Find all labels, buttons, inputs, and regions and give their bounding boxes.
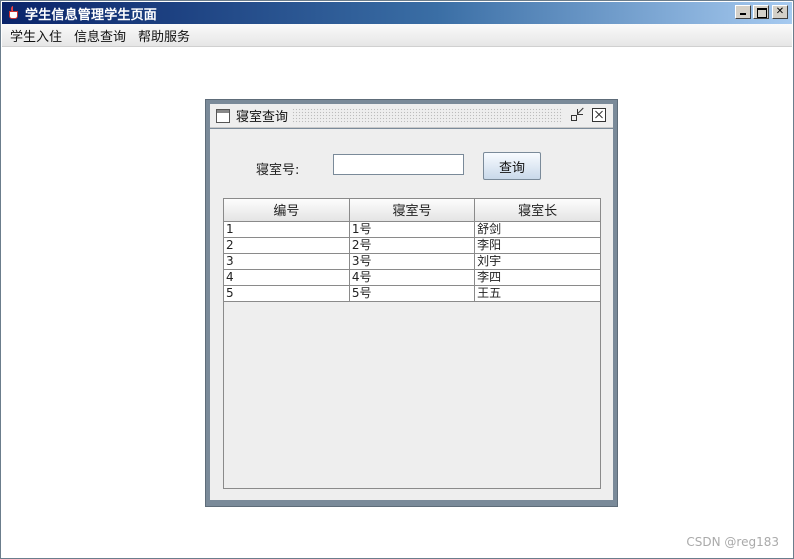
dorm-number-label: 寝室号:: [256, 163, 300, 178]
table-row[interactable]: 3 3号 刘宇: [224, 253, 600, 270]
dorm-query-title: 寝室查询: [236, 110, 289, 125]
header-id[interactable]: 编号: [224, 199, 350, 222]
close-button[interactable]: ✕: [772, 5, 788, 19]
query-button[interactable]: 查询: [483, 152, 541, 180]
cell-dorm-leader[interactable]: 舒剑: [474, 221, 600, 238]
header-dorm-leader[interactable]: 寝室长: [474, 199, 600, 222]
cell-dorm-leader[interactable]: 刘宇: [474, 253, 600, 270]
dorm-table: 编号 寝室号 寝室长 1 1号 舒剑 2 2号 李阳 3 3号 刘宇 4 4号 …: [223, 198, 601, 489]
cell-id[interactable]: 2: [224, 237, 350, 254]
cell-dorm-leader[interactable]: 李四: [474, 269, 600, 286]
cell-id[interactable]: 4: [224, 269, 350, 286]
dorm-number-input[interactable]: [333, 154, 464, 175]
table-header-row: 编号 寝室号 寝室长: [224, 199, 600, 222]
cell-dorm-leader[interactable]: 王五: [474, 285, 600, 302]
main-window: 学生信息管理学生页面 ✕ 学生入住 信息查询 帮助服务 寝室查询 寝室号: 查询: [0, 0, 794, 559]
cell-dorm-number[interactable]: 4号: [349, 269, 476, 286]
cell-id[interactable]: 1: [224, 221, 350, 238]
cell-id[interactable]: 5: [224, 285, 350, 302]
cell-dorm-number[interactable]: 5号: [349, 285, 476, 302]
window-titlebar[interactable]: 学生信息管理学生页面 ✕: [2, 2, 792, 24]
iconify-icon[interactable]: [569, 108, 585, 124]
titlebar-grip: [292, 107, 563, 124]
window-title: 学生信息管理学生页面: [25, 7, 158, 23]
table-row[interactable]: 1 1号 舒剑: [224, 221, 600, 238]
window-controls: ✕: [733, 5, 788, 19]
cell-dorm-number[interactable]: 1号: [349, 221, 476, 238]
menu-item-help[interactable]: 帮助服务: [132, 26, 196, 45]
java-cup-icon: [6, 5, 22, 21]
csdn-watermark: CSDN @reg183: [686, 535, 779, 549]
dorm-query-frame: 寝室查询 寝室号: 查询 编号 寝室号 寝室长 1 1号 舒剑 2 2号 李阳 …: [205, 99, 618, 507]
table-row[interactable]: 2 2号 李阳: [224, 237, 600, 254]
dorm-query-titlebar[interactable]: 寝室查询: [210, 104, 613, 128]
cell-dorm-number[interactable]: 3号: [349, 253, 476, 270]
minimize-button[interactable]: [735, 5, 751, 19]
close-frame-icon[interactable]: [592, 108, 606, 122]
cell-id[interactable]: 3: [224, 253, 350, 270]
table-row[interactable]: 5 5号 王五: [224, 285, 600, 302]
table-row[interactable]: 4 4号 李四: [224, 269, 600, 286]
frame-icon: [216, 108, 230, 123]
dorm-query-content: 寝室号: 查询 编号 寝室号 寝室长 1 1号 舒剑 2 2号 李阳 3 3号 …: [210, 129, 613, 500]
header-dorm-number[interactable]: 寝室号: [349, 199, 476, 222]
menu-item-student-checkin[interactable]: 学生入住: [2, 26, 68, 45]
menu-bar: 学生入住 信息查询 帮助服务: [2, 24, 792, 47]
cell-dorm-number[interactable]: 2号: [349, 237, 476, 254]
maximize-button[interactable]: [753, 5, 769, 19]
cell-dorm-leader[interactable]: 李阳: [474, 237, 600, 254]
menu-item-info-query[interactable]: 信息查询: [68, 26, 132, 45]
